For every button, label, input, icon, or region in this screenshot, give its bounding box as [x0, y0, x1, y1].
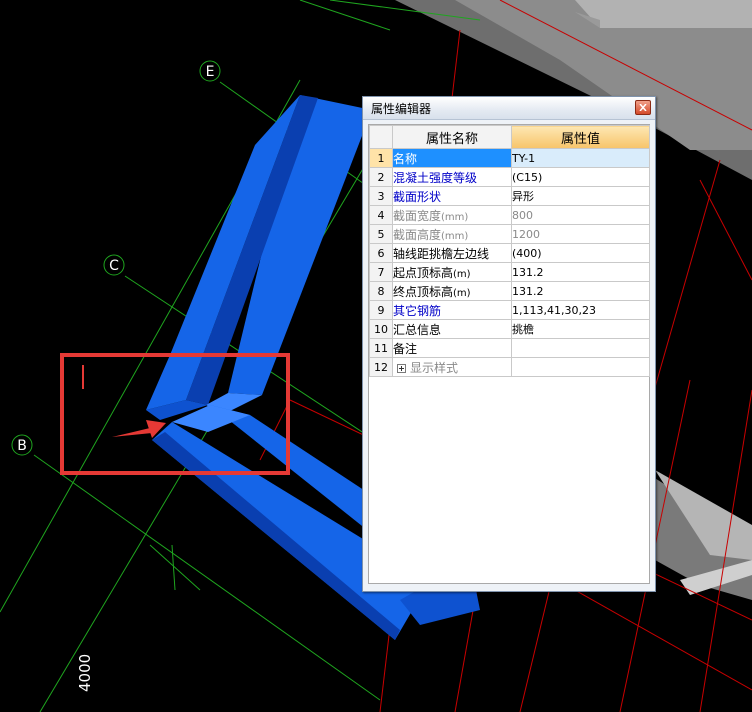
property-name[interactable]: 显示样式 [392, 357, 512, 377]
property-row[interactable]: 5 截面高度(mm) 1200 [369, 224, 650, 244]
property-name[interactable]: 终点顶标高(m) [392, 281, 512, 301]
property-value[interactable]: 800 [511, 205, 650, 225]
property-editor-titlebar[interactable]: 属性编辑器 [363, 97, 655, 120]
property-name[interactable]: 截面宽度(mm) [392, 205, 512, 225]
row-index: 5 [369, 224, 393, 244]
property-grid[interactable]: 属性名称 属性值 1 名称 TY-1 2 混凝土强度等级 (C15) 3 截面形状 异形 4 截面宽… [368, 124, 650, 584]
row-index: 1 [369, 148, 393, 168]
row-index: 11 [369, 338, 393, 358]
axis-marker-e: E [199, 60, 221, 82]
row-index: 8 [369, 281, 393, 301]
property-row[interactable]: 7 起点顶标高(m) 131.2 [369, 262, 650, 282]
property-value[interactable]: 挑檐 [511, 319, 650, 339]
property-unit-label: (mm) [441, 230, 469, 242]
blue-beam-upper[interactable] [146, 95, 372, 420]
property-value[interactable]: 异形 [511, 186, 650, 206]
svg-text:C: C [109, 258, 119, 274]
property-row[interactable]: 6 轴线距挑檐左边线 (400) [369, 243, 650, 263]
property-name[interactable]: 汇总信息 [392, 319, 512, 339]
property-row[interactable]: 4 截面宽度(mm) 800 [369, 205, 650, 225]
property-name-label: 名称 [393, 151, 418, 166]
property-name[interactable]: 备注 [392, 338, 512, 358]
property-table: 属性名称 属性值 1 名称 TY-1 2 混凝土强度等级 (C15) 3 截面形状 异形 4 截面宽… [369, 125, 650, 377]
property-value[interactable]: 1,113,41,30,23 [511, 300, 650, 320]
row-index: 3 [369, 186, 393, 206]
value-column-header[interactable]: 属性值 [511, 125, 650, 149]
property-name-label: 截面宽度 [393, 208, 442, 223]
name-column-header[interactable]: 属性名称 [392, 125, 512, 149]
property-row[interactable]: 1 名称 TY-1 [369, 148, 650, 168]
property-name[interactable]: 起点顶标高(m) [392, 262, 512, 282]
property-value[interactable]: TY-1 [511, 148, 650, 168]
property-name-label: 起点顶标高 [393, 265, 454, 280]
property-row[interactable]: 2 混凝土强度等级 (C15) [369, 167, 650, 187]
svg-text:B: B [17, 438, 27, 454]
expand-plus-icon[interactable] [397, 363, 406, 373]
property-value[interactable]: 1200 [511, 224, 650, 244]
property-row[interactable]: 3 截面形状 异形 [369, 186, 650, 206]
property-value[interactable]: 131.2 [511, 262, 650, 282]
property-value[interactable]: 131.2 [511, 281, 650, 301]
property-value[interactable]: (C15) [511, 167, 650, 187]
property-name-label: 终点顶标高 [393, 284, 454, 299]
property-name-label: 截面高度 [393, 227, 442, 242]
property-row[interactable]: 10 汇总信息 挑檐 [369, 319, 650, 339]
property-name-label: 混凝土强度等级 [393, 170, 478, 185]
property-name-label: 截面形状 [393, 189, 442, 204]
gray-slab-right [650, 470, 752, 600]
property-row[interactable]: 8 终点顶标高(m) 131.2 [369, 281, 650, 301]
property-name[interactable]: 名称 [392, 148, 512, 168]
property-value[interactable] [511, 357, 650, 377]
property-row[interactable]: 12 显示样式 [369, 357, 650, 377]
row-index: 2 [369, 167, 393, 187]
property-name[interactable]: 其它钢筋 [392, 300, 512, 320]
property-row[interactable]: 11 备注 [369, 338, 650, 358]
property-name[interactable]: 轴线距挑檐左边线 [392, 243, 512, 263]
property-editor-title: 属性编辑器 [371, 102, 432, 116]
axis-marker-c: C [103, 254, 125, 276]
property-value[interactable] [511, 338, 650, 358]
property-unit-label: (mm) [441, 211, 469, 223]
property-name-label: 其它钢筋 [393, 303, 442, 318]
property-name[interactable]: 截面形状 [392, 186, 512, 206]
property-value[interactable]: (400) [511, 243, 650, 263]
row-index: 4 [369, 205, 393, 225]
row-index: 6 [369, 243, 393, 263]
row-index: 7 [369, 262, 393, 282]
property-row[interactable]: 9 其它钢筋 1,113,41,30,23 [369, 300, 650, 320]
dimension-label: 4000 [76, 654, 94, 692]
property-table-header: 属性名称 属性值 [369, 125, 650, 149]
property-editor-window[interactable]: 属性编辑器 属性名称 属性值 1 名称 TY-1 2 混凝土强度等级 (C15) 3 截面形状… [362, 96, 656, 592]
svg-text:E: E [206, 64, 215, 80]
property-name[interactable]: 混凝土强度等级 [392, 167, 512, 187]
property-name-label: 轴线距挑檐左边线 [393, 246, 490, 261]
row-index: 10 [369, 319, 393, 339]
axis-marker-b: B [11, 434, 33, 456]
property-unit-label: (m) [453, 287, 471, 299]
index-header [369, 125, 393, 149]
close-icon[interactable] [635, 100, 651, 115]
property-name-label: 显示样式 [410, 360, 459, 375]
property-unit-label: (m) [453, 268, 471, 280]
row-index: 9 [369, 300, 393, 320]
row-index: 12 [369, 357, 393, 377]
property-name[interactable]: 截面高度(mm) [392, 224, 512, 244]
property-name-label: 汇总信息 [393, 322, 442, 337]
property-name-label: 备注 [393, 341, 418, 356]
